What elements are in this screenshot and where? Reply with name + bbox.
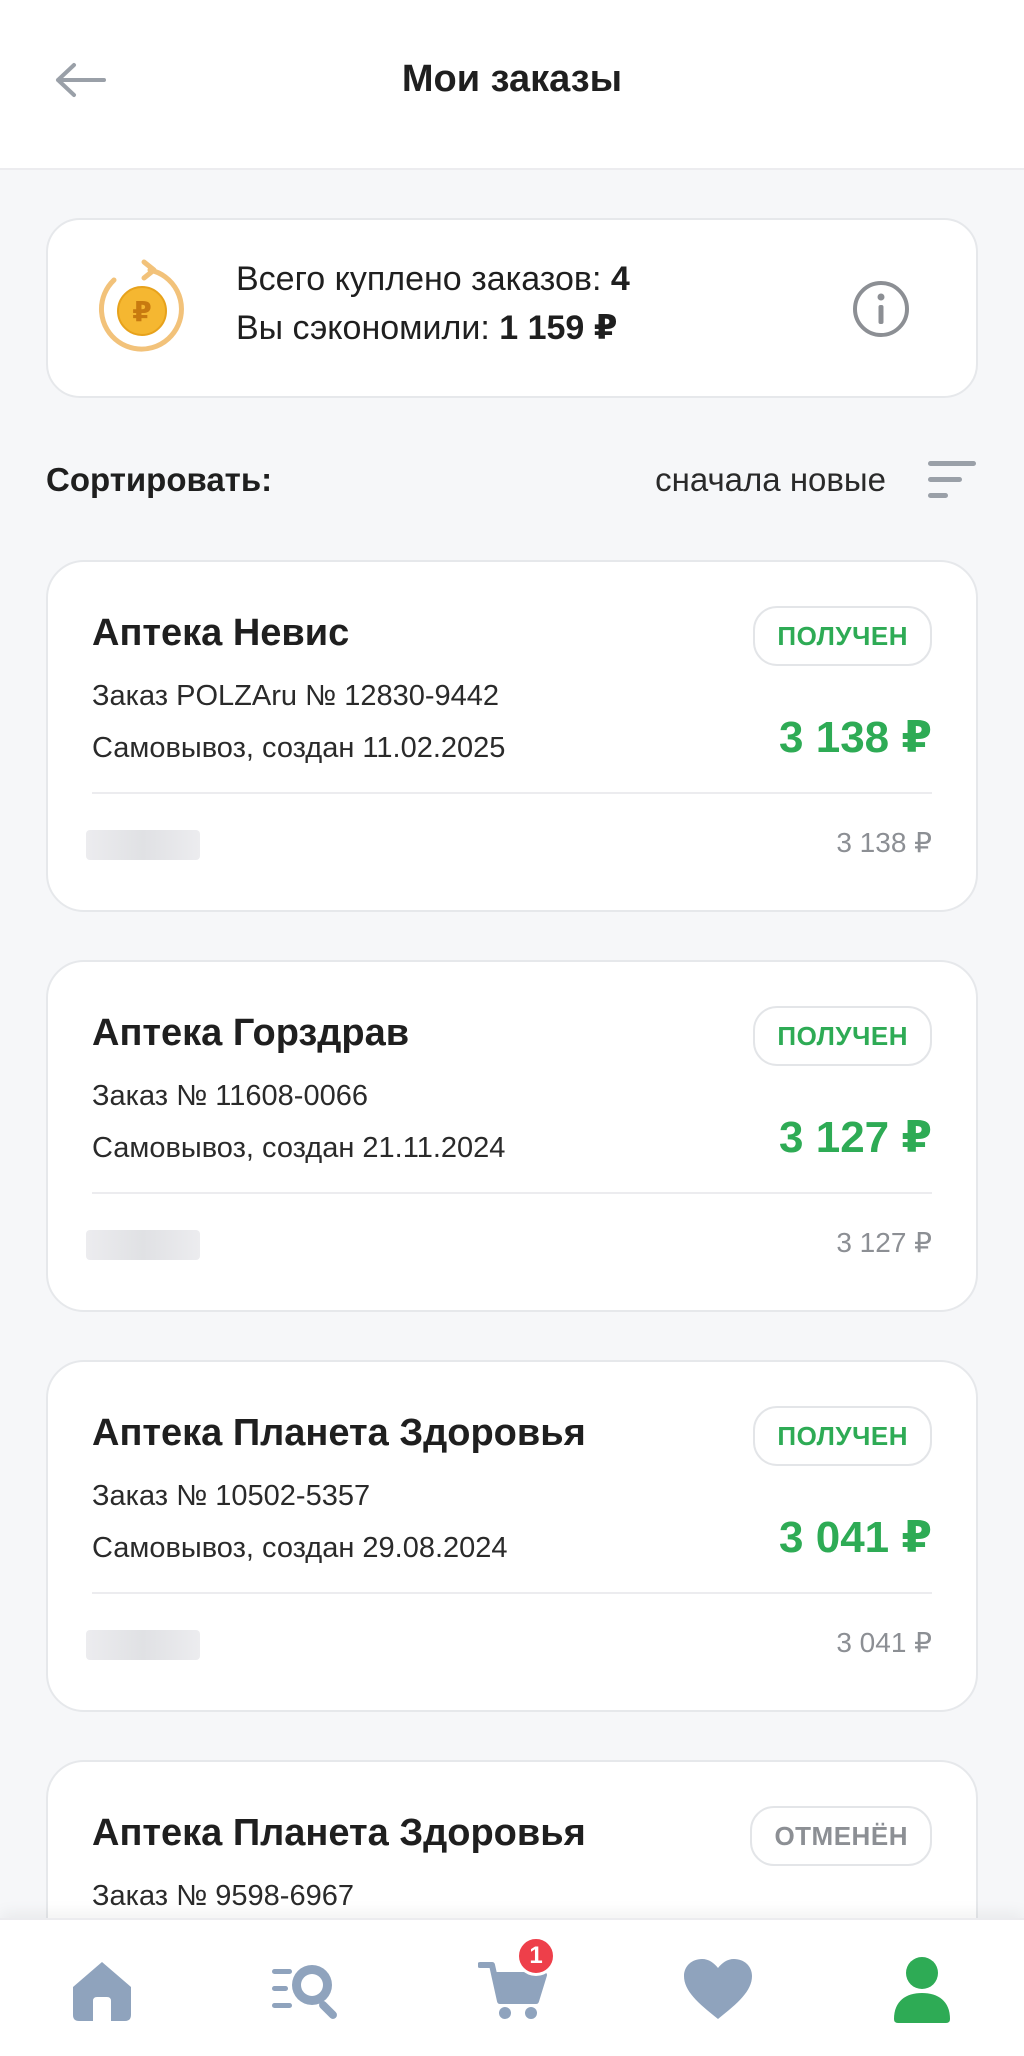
status-badge: ПОЛУЧЕН: [753, 1406, 932, 1466]
product-thumbnails-blurred: [86, 830, 200, 860]
savings-text: Вы сэкономили: 1 159 ₽: [236, 308, 617, 348]
pharmacy-name: Аптека Горздрав: [92, 1012, 410, 1054]
nav-home[interactable]: [62, 1950, 142, 2030]
orders-summary-card: ₽ Всего куплено заказов: 4 Вы сэкономили…: [46, 218, 978, 398]
order-card[interactable]: Аптека Горздрав ПОЛУЧЕН Заказ № 11608-00…: [46, 960, 978, 1312]
nav-catalog-search[interactable]: [268, 1950, 348, 2030]
order-number: Заказ № 10502-5357: [92, 1480, 371, 1512]
order-subtotal: 3 127 ₽: [836, 1227, 932, 1258]
order-meta: Самовывоз, создан 21.11.2024: [92, 1132, 506, 1164]
ruble-coin-icon: ₽: [98, 259, 184, 352]
order-card[interactable]: Аптека Невис ПОЛУЧЕН Заказ POLZAru № 128…: [46, 560, 978, 912]
order-subtotal: 3 041 ₽: [836, 1627, 932, 1658]
top-app-bar: Мои заказы: [0, 0, 1024, 170]
bottom-navigation: 1: [0, 1918, 1024, 2056]
status-badge: ПОЛУЧЕН: [753, 1006, 932, 1066]
info-icon[interactable]: [852, 280, 910, 338]
sort-label: Сортировать:: [46, 461, 273, 498]
pharmacy-name: Аптека Планета Здоровья: [92, 1812, 586, 1854]
cart-count-badge: 1: [516, 1936, 556, 1976]
order-meta: Самовывоз, создан 11.02.2025: [92, 732, 506, 764]
divider: [92, 792, 932, 794]
pharmacy-name: Аптека Невис: [92, 612, 350, 654]
order-total: 3 127 ₽: [779, 1113, 932, 1162]
total-orders-count: 4: [610, 260, 630, 298]
pharmacy-name: Аптека Планета Здоровья: [92, 1412, 586, 1454]
order-card[interactable]: Аптека Планета Здоровья ПОЛУЧЕН Заказ № …: [46, 1360, 978, 1712]
order-meta: Самовывоз, создан 29.08.2024: [92, 1532, 508, 1564]
status-badge: ПОЛУЧЕН: [753, 606, 932, 666]
sort-row: Сортировать: сначала новые: [46, 455, 978, 505]
nav-favorites[interactable]: [678, 1950, 758, 2030]
product-thumbnails-blurred: [86, 1630, 200, 1660]
status-badge: ОТМЕНЁН: [750, 1806, 932, 1866]
savings-amount: 1 159 ₽: [499, 309, 618, 347]
total-orders-label: Всего куплено заказов:: [236, 260, 602, 298]
nav-cart[interactable]: 1: [474, 1936, 556, 2030]
sort-selector[interactable]: сначала новые: [655, 461, 886, 499]
catalog-search-icon: [272, 1965, 337, 2019]
heart-icon: [684, 1959, 752, 2019]
order-subtotal: 3 138 ₽: [836, 827, 932, 858]
divider: [92, 1592, 932, 1594]
product-thumbnails-blurred: [86, 1230, 200, 1260]
sort-icon[interactable]: [926, 457, 978, 503]
profile-icon: [894, 1957, 950, 2023]
order-total: 3 041 ₽: [779, 1513, 932, 1562]
nav-profile[interactable]: [882, 1950, 962, 2030]
divider: [92, 1192, 932, 1194]
order-number: Заказ № 9598-6967: [92, 1880, 354, 1912]
page-title: Мои заказы: [401, 58, 623, 100]
savings-label: Вы сэкономили:: [236, 309, 490, 347]
order-number: Заказ POLZAru № 12830-9442: [92, 680, 500, 712]
order-number: Заказ № 11608-0066: [92, 1080, 368, 1112]
svg-text:₽: ₽: [132, 295, 151, 328]
total-orders-text: Всего куплено заказов: 4: [236, 260, 630, 299]
home-icon: [73, 1962, 131, 2021]
order-total: 3 138 ₽: [779, 713, 932, 762]
